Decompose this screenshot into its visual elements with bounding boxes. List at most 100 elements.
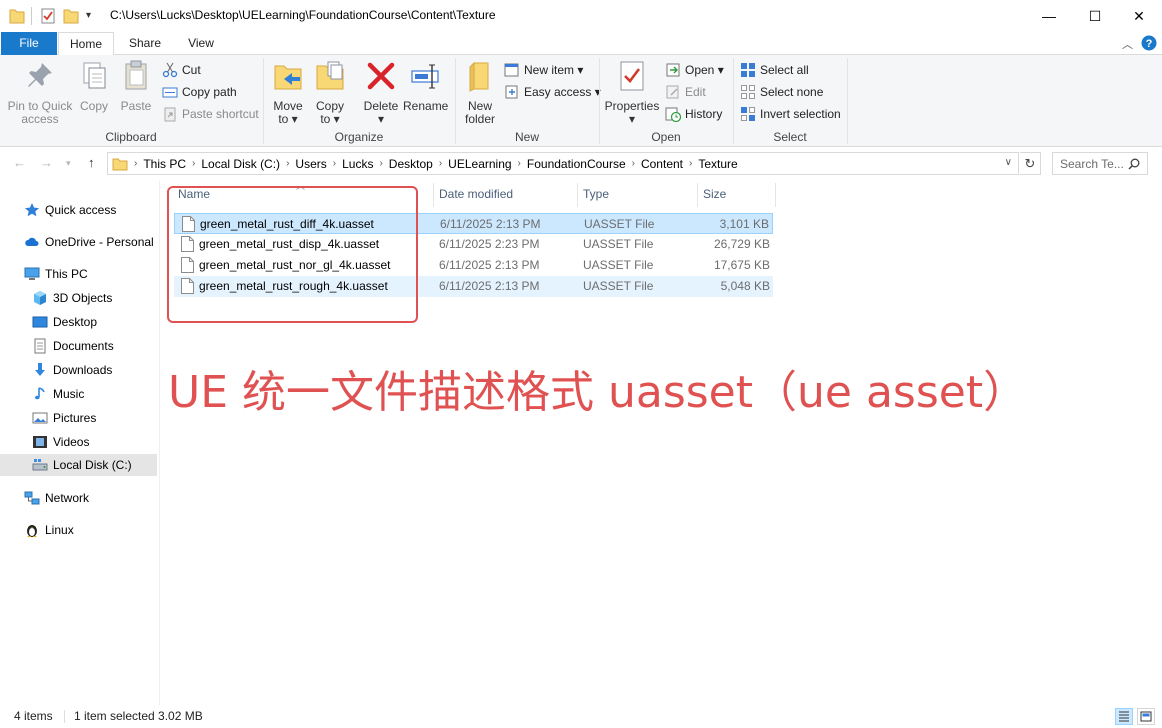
nav-this-pc-label: This PC [45,267,88,281]
rename-label: Rename [403,99,449,113]
address-bar[interactable]: › This PC › Local Disk (C:) › Users › Lucks › De… [107,152,1019,175]
column-divider[interactable] [697,183,698,207]
invert-selection-button[interactable]: Invert selection [740,105,841,123]
paste-shortcut-icon [164,107,176,122]
pin-icon [28,63,52,87]
new-item-button[interactable]: New item ▾ [504,61,583,79]
refresh-icon[interactable]: ↻ [1020,152,1041,175]
breadcrumb-item[interactable]: FoundationCourse [521,157,632,171]
new-folder-quick-icon[interactable] [63,7,79,25]
tab-home[interactable]: Home [58,32,114,56]
new-item-label: New item ▾ [524,63,584,77]
copy-path-button[interactable]: Copy path [162,83,237,101]
breadcrumb-item[interactable]: Lucks [336,157,379,171]
delete-button[interactable]: Delete ▾ [361,59,401,126]
pin-to-quick-access-button[interactable]: Pin to Quick access [4,59,76,126]
nav-linux[interactable]: Linux [24,519,74,541]
nav-this-pc[interactable]: This PC [24,263,88,285]
column-divider[interactable] [577,183,578,207]
annotation-highlight-box [167,186,418,323]
column-header-date-modified[interactable]: Date modified [439,187,513,205]
paste-button[interactable]: Paste [117,59,155,113]
nav-downloads[interactable]: Downloads [32,359,112,381]
select-all-button[interactable]: Select all [740,61,809,79]
breadcrumb-item[interactable]: Content [635,157,689,171]
breadcrumb-item[interactable]: Texture [692,157,743,171]
paste-shortcut-button[interactable]: Paste shortcut [162,105,259,123]
penguin-icon [27,525,37,538]
computer-icon [24,267,40,280]
breadcrumb-item[interactable]: Users [289,157,332,171]
file-type: UASSET File [583,258,654,272]
properties-check-icon[interactable] [40,7,56,25]
forward-arrow-icon[interactable]: → [40,155,53,170]
open-button[interactable]: Open ▾ [665,61,724,79]
nav-network-label: Network [45,491,90,505]
paste-icon [125,60,147,90]
nav-videos[interactable]: Videos [32,431,89,453]
properties-button[interactable]: Properties ▾ [603,59,661,126]
history-icon [665,107,681,122]
navigation-pane: Quick access OneDrive - Personal This PC… [0,181,160,705]
history-button[interactable]: History [665,105,722,123]
ribbon: Pin to Quick access Copy Paste Cut Copy … [0,55,1162,147]
nav-network[interactable]: Network [24,487,89,509]
move-to-button[interactable]: Move to ▾ [269,59,307,126]
search-input[interactable]: Search Te... [1052,152,1148,175]
maximize-button[interactable]: ☐ [1072,0,1118,32]
details-view-icon[interactable] [1115,708,1133,725]
delete-x-icon [367,62,395,90]
tab-file[interactable]: File [1,32,57,55]
address-dropdown-icon[interactable]: ∨ [1005,157,1012,168]
nav-quick-access[interactable]: Quick access [24,199,116,221]
breadcrumb-item[interactable]: This PC [137,157,192,171]
nav-documents[interactable]: Documents [32,335,114,357]
column-header-size[interactable]: Size [703,187,726,205]
help-icon[interactable]: ? [1141,35,1157,51]
column-divider[interactable] [775,183,776,207]
move-to-icon [274,65,302,90]
nav-music[interactable]: Music [32,383,84,405]
nav-videos-label: Videos [53,435,90,449]
nav-linux-label: Linux [45,523,74,537]
close-button[interactable]: ✕ [1116,0,1162,32]
organize-group-label: Organize [334,130,384,144]
file-date-modified: 6/11/2025 2:13 PM [440,217,541,231]
rename-button[interactable]: Rename [403,59,449,113]
nav-downloads-label: Downloads [53,363,113,377]
collapse-ribbon-icon[interactable]: ︿ [1122,36,1133,52]
up-arrow-icon[interactable]: ↑ [88,155,95,170]
edit-icon [666,85,679,99]
customize-quick-access-icon[interactable]: ▾ [86,7,96,25]
tab-share[interactable]: Share [118,32,172,55]
recent-locations-chevron-icon[interactable]: ▾ [66,158,71,169]
edit-button[interactable]: Edit [665,83,706,101]
folder-icon [9,9,25,24]
cut-button[interactable]: Cut [162,61,201,79]
nav-pictures[interactable]: Pictures [32,407,96,429]
new-item-icon [504,63,519,77]
tab-view[interactable]: View [176,32,226,55]
back-arrow-icon[interactable]: ← [13,155,26,170]
breadcrumb-item[interactable]: UELearning [442,157,517,171]
nav-3d-objects[interactable]: 3D Objects [32,287,112,309]
copy-button[interactable]: Copy [76,59,112,113]
breadcrumb-item[interactable]: Local Disk (C:) [195,157,286,171]
nav-onedrive[interactable]: OneDrive - Personal [24,231,154,253]
breadcrumb-item[interactable]: Desktop [383,157,439,171]
network-icon [24,491,40,505]
paste-shortcut-label: Paste shortcut [182,107,259,121]
large-icons-view-icon[interactable] [1137,708,1155,725]
film-icon [33,436,47,448]
copy-to-button[interactable]: Copy to ▾ [311,59,349,126]
file-size: 3,101 KB [719,217,769,231]
new-folder-button[interactable]: New folder [459,59,501,126]
nav-desktop[interactable]: Desktop [32,311,97,333]
select-none-button[interactable]: Select none [740,83,823,101]
nav-local-disk[interactable]: Local Disk (C:) [0,454,157,476]
column-header-type[interactable]: Type [583,187,609,205]
column-divider[interactable] [433,183,434,207]
easy-access-button[interactable]: Easy access ▾ [504,83,601,101]
scissors-icon [162,62,178,78]
minimize-button[interactable]: — [1026,0,1072,32]
